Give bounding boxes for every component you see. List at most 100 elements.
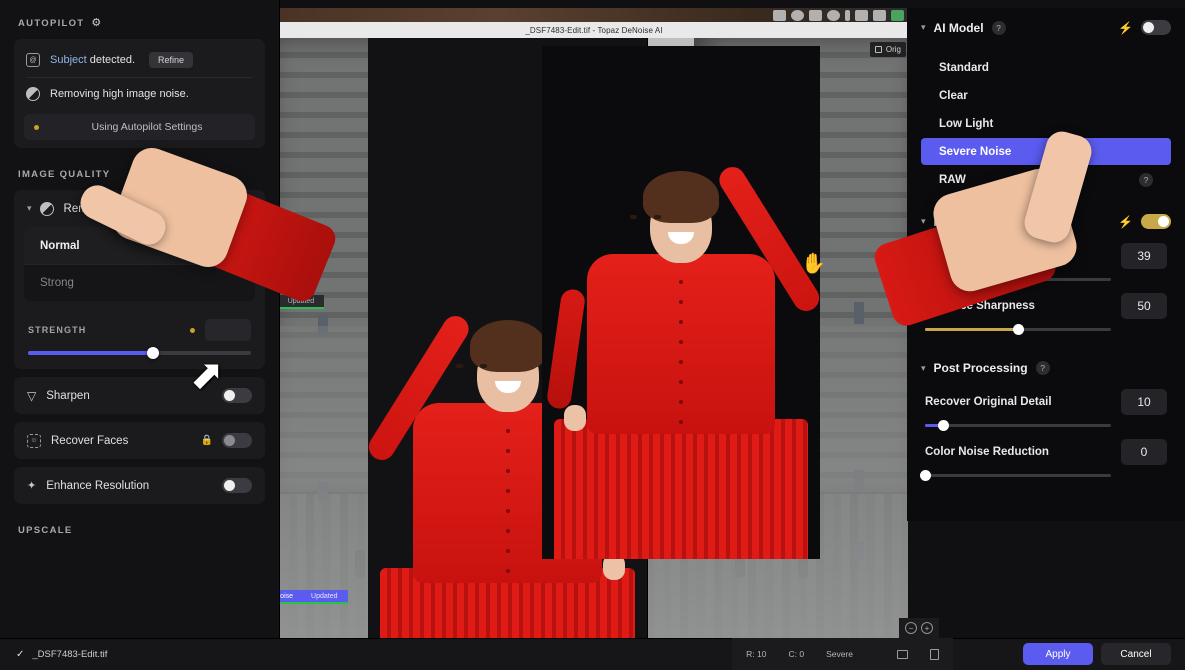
app-icon[interactable] [891,9,904,21]
slider-knob[interactable] [1012,323,1024,335]
using-autopilot-settings-row[interactable]: Using Autopilot Settings [24,114,255,140]
chevron-down-icon[interactable]: ▾ [921,22,926,33]
compare-icon[interactable] [897,649,908,659]
slider-track[interactable] [925,273,1111,285]
model-parameters-header[interactable]: ▾ Model Parameters ⚡ [907,198,1185,239]
macos-menubar [280,8,908,22]
ai-model-list: Standard Clear Low Light Severe Noise RA… [907,45,1185,198]
model-parameters-auto-toggle[interactable] [1141,214,1171,229]
clock-icon[interactable] [827,9,840,21]
microphone-icon[interactable] [845,9,850,21]
enhance-resolution-row[interactable]: ✦ Enhance Resolution [14,467,265,504]
status-model: Severe [826,649,853,659]
strength-slider-fill [28,351,153,355]
gear-icon[interactable]: ⚙ [91,18,102,29]
slider-value[interactable]: 0 [1121,439,1167,465]
autopilot-title: AUTOPILOT [18,18,85,29]
strength-slider-knob[interactable] [146,347,159,359]
status-recover: R: 10 [746,649,767,659]
model-option-severe-noise[interactable]: Severe Noise [921,138,1171,165]
zoom-in-icon[interactable]: + [921,622,933,634]
mode-label: Normal [40,239,80,252]
image-quality-title: IMAGE QUALITY [18,169,111,180]
chevron-down-icon[interactable]: ▾ [921,363,926,374]
slider-track[interactable] [925,323,1111,335]
slider-value[interactable]: 50 [1121,293,1167,319]
screen-record-icon[interactable] [773,9,786,21]
street-sign [854,470,865,490]
noise-icon [26,87,40,101]
help-icon[interactable]: ? [1139,172,1153,187]
face-icon: ☺ [27,433,41,448]
model-parameters-title: Model Parameters [933,214,1037,229]
model-option-raw[interactable]: RAW ? [921,166,1171,193]
file-list-item[interactable]: ✓ _DSF7483-Edit.tif [0,649,107,660]
enhance-resolution-toggle[interactable] [222,478,252,493]
slider-value[interactable]: 10 [1121,389,1167,415]
strength-control: STRENGTH [14,309,265,369]
zoom-out-icon[interactable]: − [905,622,917,634]
slider-recover-original-detail: Recover Original Detail 10 [907,385,1185,435]
cancel-button[interactable]: Cancel [1101,643,1171,665]
status-dot [190,327,195,333]
slider-enhance-sharpness: Enhance Sharpness 50 [907,289,1185,339]
trash-icon[interactable] [930,648,939,660]
slider-value[interactable]: 39 [1121,243,1167,269]
detected-word: detected. [86,54,136,66]
slider-header: Enhance Sharpness 50 [925,293,1167,319]
remove-noise-row[interactable]: ▾ Remove Noise [14,190,265,227]
slider-track[interactable] [925,419,1111,431]
refine-button[interactable]: Refine [149,52,194,68]
sharpen-row[interactable]: ▽ Sharpen [14,377,265,414]
split-view-icon [874,46,882,53]
remove-noise-toggle[interactable] [222,201,252,216]
eye [630,215,637,219]
mode-option-normal[interactable]: Normal ✓ [24,227,255,264]
bottom-bar: ✓ _DSF7483-Edit.tif [0,638,1185,670]
sharpen-toggle[interactable] [222,388,252,403]
slider-knob[interactable] [938,419,950,431]
strength-header: STRENGTH [28,319,251,341]
ai-model-auto-toggle[interactable] [1141,20,1171,35]
model-option-clear[interactable]: Clear [921,82,1171,109]
original-label-tag[interactable]: Orig [869,42,906,57]
eye [456,364,463,368]
slider-label: Remove Noise [925,250,1005,262]
slider-color-noise-reduction: Color Noise Reduction 0 [907,435,1185,485]
action-buttons: Apply Cancel [1023,638,1185,670]
lock-icon: 🔒 [200,435,213,446]
street-sign [317,482,328,502]
using-autopilot-label: Using Autopilot Settings [91,121,203,133]
model-label: RAW [939,173,966,186]
street-sign [854,542,865,560]
chevron-down-icon[interactable]: ▾ [921,216,926,227]
slider-track[interactable] [919,469,1111,481]
globe-icon[interactable] [791,9,804,21]
recover-faces-label: Recover Faces [51,434,129,447]
slider-header: Color Noise Reduction 0 [925,439,1167,465]
help-icon[interactable]: ? [1035,361,1050,375]
strength-value[interactable] [205,319,251,341]
model-option-standard[interactable]: Standard [921,54,1171,81]
chevron-down-icon[interactable]: ▾ [27,203,32,214]
battery-icon[interactable] [809,9,822,21]
recover-faces-row[interactable]: ☺ Recover Faces 🔒 [14,422,265,459]
post-processing-header[interactable]: ▾ Post Processing ? [907,339,1185,385]
apply-button[interactable]: Apply [1023,643,1093,665]
model-option-low-light[interactable]: Low Light [921,110,1171,137]
recover-faces-toggle[interactable] [222,433,252,448]
mode-option-strong[interactable]: Strong [24,265,255,301]
image-preview-canvas[interactable]: ✋ Orig [280,38,908,638]
model-label: Severe Noise [939,145,1012,158]
hand [564,405,586,431]
help-icon[interactable]: ? [991,20,1006,35]
lock-icon[interactable] [873,9,886,21]
button-placket [505,413,510,578]
upscale-title: UPSCALE [18,525,73,536]
slider-knob[interactable] [992,273,1004,285]
ai-model-header[interactable]: ▾ AI Model ? ⚡ [907,8,1185,45]
slider-knob[interactable] [919,469,931,481]
enhance-resolution-card: ✦ Enhance Resolution [14,467,265,504]
vpn-icon[interactable] [855,9,868,21]
upscale-header: UPSCALE [0,504,279,538]
